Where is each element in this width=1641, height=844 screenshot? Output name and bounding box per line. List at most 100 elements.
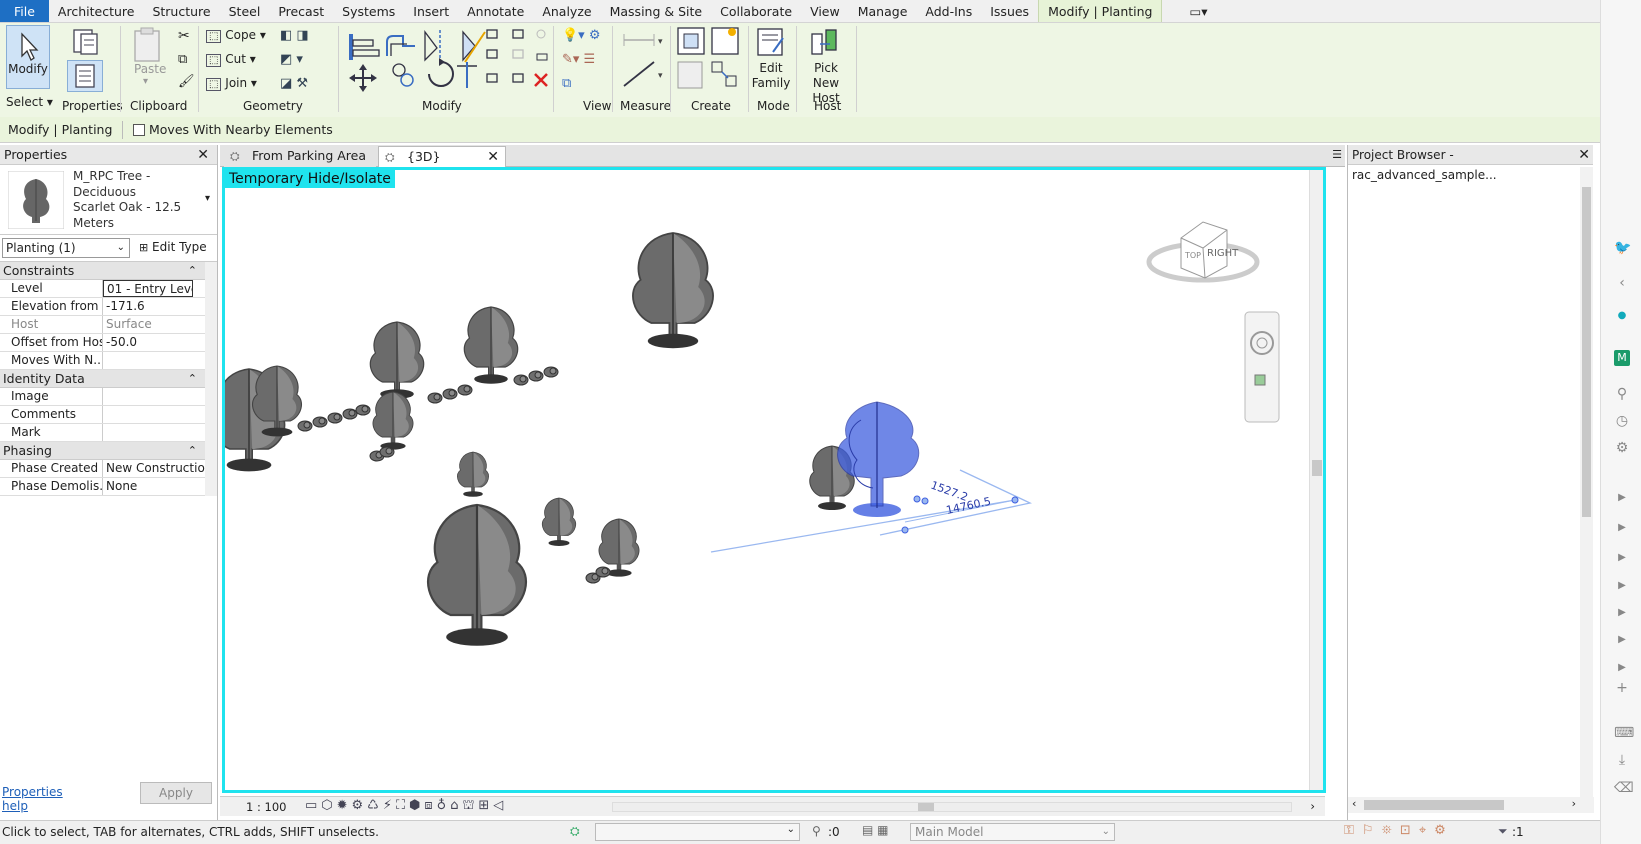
select-dropdown[interactable]: Select ▾ xyxy=(6,95,53,109)
property-row[interactable]: Moves With N... xyxy=(0,352,205,370)
property-value[interactable]: New Construction xyxy=(103,460,205,477)
property-value[interactable]: 01 - Entry Leve xyxy=(103,280,193,297)
expand-icon[interactable]: ▶ xyxy=(1614,550,1630,566)
tree-scrollbar[interactable] xyxy=(1580,167,1593,797)
navigation-bar[interactable] xyxy=(1244,311,1280,423)
editable-only-icon[interactable]: ⚲ xyxy=(812,824,821,838)
property-row[interactable]: Offset from Host -50.0 xyxy=(0,334,205,352)
property-value[interactable]: -50.0 xyxy=(103,334,205,351)
view-scale[interactable]: 1 : 100 xyxy=(246,800,286,814)
menu-item-precast[interactable]: Precast xyxy=(269,0,333,22)
close-icon[interactable]: ✕ xyxy=(197,145,209,165)
design-options-icon[interactable]: ▤ ▦ xyxy=(862,823,889,837)
menu-item-annotate[interactable]: Annotate xyxy=(458,0,533,22)
scroll-thumb[interactable] xyxy=(1582,187,1591,517)
scroll-right-icon[interactable]: › xyxy=(1572,797,1576,810)
match-properties-icon[interactable]: 🖌 xyxy=(178,74,195,89)
expand-icon[interactable]: ▶ xyxy=(1614,632,1630,648)
menu-item-architecture[interactable]: Architecture xyxy=(49,0,144,22)
property-row[interactable]: Elevation from ...-171.6 xyxy=(0,298,205,316)
property-row[interactable]: Level 01 - Entry Leve xyxy=(0,280,205,298)
tab-menu-icon[interactable]: ☰ xyxy=(1332,148,1342,161)
wall-joins-icon[interactable]: ◩ ▾ xyxy=(280,52,303,67)
menu-item-massing-site[interactable]: Massing & Site xyxy=(601,0,712,22)
view-control-icons[interactable]: ▭⬡✹⚙♺⚡⛶⬢⧈♁⌂⛫⊞◁ xyxy=(305,798,507,815)
collapse-icon[interactable]: ⌃ xyxy=(188,262,197,280)
copy-icon[interactable]: ⧉ xyxy=(178,52,187,67)
paint-icon[interactable]: ◪ ⚒ xyxy=(280,76,308,91)
property-value[interactable] xyxy=(103,388,205,405)
menu-item-insert[interactable]: Insert xyxy=(404,0,458,22)
chat-icon[interactable]: ⌨ xyxy=(1614,725,1634,741)
menu-item-file[interactable]: File xyxy=(0,0,49,22)
close-tab-icon[interactable]: ✕ xyxy=(487,147,499,167)
expand-icon[interactable]: ▶ xyxy=(1614,660,1630,676)
collapse-icon[interactable]: ⌃ xyxy=(188,370,197,388)
menu-item-systems[interactable]: Systems xyxy=(333,0,404,22)
property-row[interactable]: Host Surface xyxy=(0,316,205,334)
hide-icon[interactable]: 💡▾ ⚙ xyxy=(562,28,601,43)
scroll-thumb[interactable] xyxy=(918,803,934,811)
type-properties-icon[interactable] xyxy=(68,27,102,57)
edit-family-icon[interactable] xyxy=(755,26,787,58)
horizontal-scrollbar[interactable]: ‹ › xyxy=(1348,797,1594,813)
property-value[interactable] xyxy=(103,352,205,369)
app-m-icon[interactable]: M xyxy=(1614,350,1630,366)
tab-3d[interactable]: ⛭ {3D} ✕ xyxy=(378,146,506,167)
menu-item-steel[interactable]: Steel xyxy=(220,0,270,22)
property-value[interactable]: Surface xyxy=(103,316,205,333)
search-icon[interactable]: ⚲ xyxy=(1614,386,1630,402)
edit-family-button[interactable]: Edit Family xyxy=(748,61,794,91)
pick-new-host-icon[interactable] xyxy=(808,26,842,58)
override-graphics-icon[interactable]: ✎▾ ☰ xyxy=(562,52,595,67)
split-face-icon[interactable]: ◧ ◨ xyxy=(280,28,309,43)
properties-help-link[interactable]: Properties help xyxy=(2,785,82,813)
menu-item-add-ins[interactable]: Add-Ins xyxy=(916,0,981,22)
cut-clipboard-icon[interactable]: ✂ xyxy=(178,28,190,44)
view-cube[interactable]: TOP RIGHT xyxy=(1146,221,1260,283)
scroll-right-icon[interactable]: › xyxy=(1310,799,1315,813)
menu-item-manage[interactable]: Manage xyxy=(849,0,917,22)
property-row[interactable]: Image xyxy=(0,388,205,406)
menu-item-modify-planting[interactable]: Modify | Planting xyxy=(1038,0,1163,22)
apply-button[interactable]: Apply xyxy=(140,782,212,804)
design-option-dropdown[interactable]: Main Model ⌄ xyxy=(910,823,1115,841)
cope-button[interactable]: ⬚ Cope ▾ xyxy=(206,28,266,43)
menu-item-structure[interactable]: Structure xyxy=(143,0,219,22)
expand-icon[interactable]: ▶ xyxy=(1614,490,1630,506)
property-value[interactable]: -171.6 xyxy=(103,298,205,315)
modify-button[interactable]: Modify xyxy=(6,25,50,89)
expand-icon[interactable]: ▶ xyxy=(1614,578,1630,594)
type-selector[interactable]: M_RPC Tree - Deciduous Scarlet Oak - 12.… xyxy=(0,165,217,235)
menu-item-analyze[interactable]: Analyze xyxy=(533,0,600,22)
paste-icon[interactable] xyxy=(130,26,164,64)
download-icon[interactable]: ⤓ xyxy=(1614,752,1630,768)
add-icon[interactable]: + xyxy=(1614,680,1630,696)
3d-viewport[interactable]: Temporary Hide/Isolate ⊟⊡ Views (all)⊟Fl… xyxy=(222,167,1326,793)
join-button[interactable]: ⬚ Join ▾ xyxy=(206,76,257,91)
gear-icon[interactable]: ⚙ xyxy=(1614,440,1630,456)
section-phasing[interactable]: Phasing ⌃ xyxy=(0,442,205,460)
trash-icon[interactable]: ⌫ xyxy=(1614,780,1634,796)
menu-item-issues[interactable]: Issues xyxy=(981,0,1038,22)
expand-icon[interactable]: ▶ xyxy=(1614,520,1630,536)
property-value[interactable] xyxy=(103,406,205,423)
menu-item-collaborate[interactable]: Collaborate xyxy=(711,0,801,22)
selection-toggle-icons[interactable]: ⚿⚐⛯⊡⌖⚙ xyxy=(1344,823,1454,838)
collapse-icon[interactable]: ⌃ xyxy=(188,442,197,460)
filter-icon[interactable]: ⏷ xyxy=(1498,824,1508,839)
viewport-scrollbar[interactable] xyxy=(1309,170,1323,790)
menu-item-view[interactable]: View xyxy=(801,0,849,22)
tab-from-parking-area[interactable]: ⛭ From Parking Area xyxy=(224,146,376,167)
workset-icon[interactable]: ⛭ xyxy=(570,824,580,839)
property-value[interactable]: None xyxy=(103,478,205,495)
expand-icon[interactable]: ▶ xyxy=(1614,605,1630,621)
workset-dropdown[interactable]: ⌄ xyxy=(595,823,800,841)
scroll-thumb[interactable] xyxy=(1364,800,1504,810)
linework-icon[interactable]: ⧉ xyxy=(562,76,571,91)
back-icon[interactable]: ‹ xyxy=(1614,275,1630,291)
edit-type-button[interactable]: ⊞ Edit Type xyxy=(135,238,215,258)
measure-icon[interactable]: ▾▾ xyxy=(620,28,668,92)
section-constraints[interactable]: Constraints ⌃ xyxy=(0,262,205,280)
property-row[interactable]: Comments xyxy=(0,406,205,424)
